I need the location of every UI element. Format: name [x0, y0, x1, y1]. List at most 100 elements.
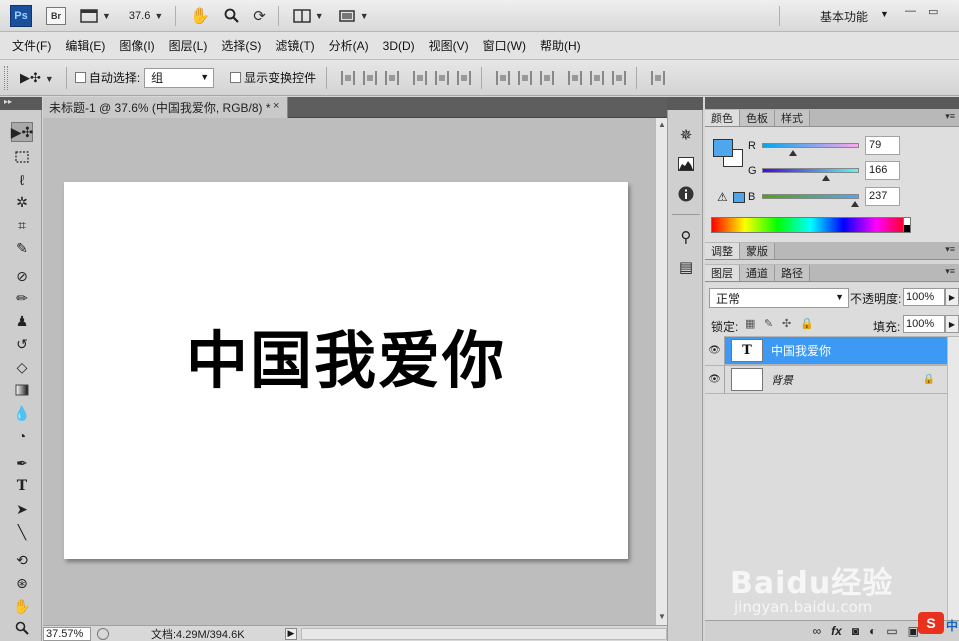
web-safe-swatch[interactable]	[733, 192, 745, 203]
color-spectrum-bar[interactable]	[711, 217, 910, 233]
auto-select-dropdown[interactable]: 组 ▼	[144, 67, 215, 88]
channel-r-knob[interactable]	[789, 150, 797, 156]
tab-adjustments[interactable]: 调整	[705, 243, 740, 259]
tab-paths[interactable]: 路径	[775, 265, 810, 281]
menu-3d[interactable]: 3D(D)	[383, 39, 415, 53]
dock-header[interactable]	[667, 97, 703, 110]
status-info-icon[interactable]	[97, 627, 109, 640]
menu-help[interactable]: 帮助(H)	[540, 37, 581, 54]
menu-analysis[interactable]: 分析(A)	[329, 37, 369, 54]
menu-view[interactable]: 视图(V)	[429, 37, 469, 54]
right-panels-header[interactable]	[705, 97, 959, 109]
tab-color[interactable]: 颜色	[705, 110, 740, 126]
menu-file[interactable]: 文件(F)	[12, 37, 51, 54]
healing-brush-tool-icon[interactable]: ⊘	[11, 266, 33, 286]
status-menu-icon[interactable]: ▶	[285, 627, 297, 640]
gradient-tool-icon[interactable]	[11, 380, 33, 400]
tab-layers[interactable]: 图层	[705, 265, 740, 281]
tab-styles[interactable]: 样式	[775, 110, 810, 126]
zoom-level[interactable]: 37.6 ▼	[129, 10, 163, 22]
close-icon[interactable]: ×	[273, 100, 279, 112]
restore-icon[interactable]: ▭	[928, 5, 938, 18]
fx-icon[interactable]: fx	[831, 624, 842, 638]
sogou-ime-icon[interactable]: S	[918, 612, 944, 634]
canvas-area[interactable]: 中国我爱你	[43, 118, 655, 625]
group-icon[interactable]: ▭	[886, 624, 897, 638]
channel-r-slider[interactable]	[762, 143, 859, 156]
menu-edit[interactable]: 编辑(E)	[65, 37, 105, 54]
opacity-input[interactable]: 100%	[903, 288, 945, 306]
document-canvas[interactable]: 中国我爱你	[64, 182, 628, 559]
distribute-hcenter-icon[interactable]	[590, 70, 605, 85]
options-grip[interactable]	[4, 65, 8, 90]
screen-mode-icon[interactable]: ▼	[338, 9, 369, 23]
menu-layer[interactable]: 图层(L)	[169, 37, 208, 54]
black-white-swatch[interactable]	[903, 217, 911, 233]
screen-mode-icon[interactable]: ▼	[80, 8, 111, 23]
dodge-tool-icon[interactable]: ◔	[11, 426, 33, 446]
fill-arrow-icon[interactable]: ▶	[945, 315, 959, 333]
minimize-icon[interactable]: —	[905, 5, 916, 18]
tab-swatches[interactable]: 色板	[740, 110, 775, 126]
panel-menu-icon[interactable]: ▾≡	[945, 244, 955, 255]
line-tool-icon[interactable]: ╲	[11, 522, 33, 542]
history-icon[interactable]: ⚲	[675, 226, 697, 248]
distribute-top-icon[interactable]	[496, 70, 511, 85]
lock-all-icon[interactable]: 🔒	[800, 317, 814, 330]
toolbox-header[interactable]: ▸▸	[0, 97, 42, 110]
layer-name[interactable]: 中国我爱你	[771, 342, 831, 359]
histogram-icon[interactable]	[675, 153, 697, 175]
workspace-switcher[interactable]: 基本功能	[820, 8, 868, 25]
3d-orbit-tool-icon[interactable]: ⊛	[11, 573, 33, 593]
opacity-arrow-icon[interactable]: ▶	[945, 288, 959, 306]
distribute-left-icon[interactable]	[568, 70, 583, 85]
channel-g-knob[interactable]	[822, 175, 830, 181]
blur-tool-icon[interactable]: 💧	[11, 403, 33, 423]
align-bottom-icon[interactable]	[385, 70, 400, 85]
horizontal-scrollbar[interactable]	[301, 627, 667, 640]
lock-image-icon[interactable]: ✎	[764, 317, 773, 330]
fill-input[interactable]: 100%	[903, 315, 945, 333]
channel-b-slider[interactable]	[762, 194, 859, 207]
3d-rotate-tool-icon[interactable]: ⟲	[11, 550, 33, 570]
eyedropper-tool-icon[interactable]: ✎	[11, 238, 33, 258]
marquee-tool-icon[interactable]	[11, 147, 33, 167]
chevron-down-icon[interactable]: ▼	[880, 9, 889, 19]
layer-row[interactable]: 👁 T 中国我爱你	[705, 336, 959, 365]
auto-select-checkbox[interactable]	[74, 72, 86, 83]
layer-name[interactable]: 背景	[771, 372, 793, 388]
zoom-tool-icon[interactable]	[11, 618, 33, 638]
distribute-vcenter-icon[interactable]	[518, 70, 533, 85]
eraser-tool-icon[interactable]: ◇	[11, 357, 33, 377]
menu-image[interactable]: 图像(I)	[119, 37, 154, 54]
lasso-tool-icon[interactable]: ℓ	[11, 170, 33, 190]
channel-b-input[interactable]: 237	[865, 187, 900, 206]
actions-icon[interactable]: ▤	[675, 256, 697, 278]
link-icon[interactable]: ∞	[813, 624, 822, 638]
distribute-right-icon[interactable]	[612, 70, 627, 85]
lock-transparent-icon[interactable]: ▦	[745, 317, 755, 330]
tool-preset-picker[interactable]: ▶✣ ▼	[20, 70, 54, 86]
visibility-eye-icon[interactable]: 👁	[705, 365, 725, 394]
scroll-up-icon[interactable]: ▲	[658, 120, 666, 129]
channel-b-knob[interactable]	[851, 201, 859, 207]
blend-mode-dropdown[interactable]: 正常 ▼	[709, 288, 849, 308]
pen-tool-icon[interactable]: ✒	[11, 453, 33, 473]
align-hcenter-icon[interactable]	[435, 70, 450, 85]
zoom-icon[interactable]	[224, 8, 239, 23]
document-tab[interactable]: 未标题-1 @ 37.6% (中国我爱你, RGB/8) *	[43, 97, 288, 118]
adjustment-icon[interactable]: ◐	[869, 624, 876, 638]
navigator-icon[interactable]: ✵	[675, 124, 697, 146]
align-top-icon[interactable]	[341, 70, 356, 85]
align-vcenter-icon[interactable]	[363, 70, 378, 85]
info-icon[interactable]	[675, 183, 697, 205]
channel-r-input[interactable]: 79	[865, 136, 900, 155]
show-transform-checkbox[interactable]	[230, 72, 242, 83]
clone-stamp-tool-icon[interactable]: ♟	[11, 311, 33, 331]
history-brush-tool-icon[interactable]: ↺	[11, 334, 33, 354]
tab-channels[interactable]: 通道	[740, 265, 775, 281]
panel-menu-icon[interactable]: ▾≡	[945, 111, 955, 122]
auto-align-icon[interactable]	[651, 70, 666, 85]
foreground-color-swatch[interactable]	[713, 139, 733, 157]
type-tool-icon[interactable]: T	[11, 476, 33, 496]
